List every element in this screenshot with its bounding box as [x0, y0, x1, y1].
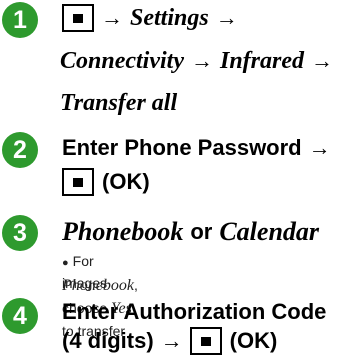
step-4-line-2: (4 digits) → (OK)	[62, 326, 277, 356]
step-1-line-2: Connectivity → Infrared →	[60, 46, 340, 76]
step-number-badge: 3	[2, 215, 38, 251]
step-3-note-line-2: images	[62, 272, 107, 294]
note-prefix: For	[72, 253, 94, 269]
step-1-line-1: → Settings →	[62, 3, 245, 33]
right-arrow-icon: →	[215, 5, 238, 30]
or-text: or	[190, 219, 213, 244]
menu-key-icon	[62, 168, 94, 196]
step-number-badge: 4	[2, 298, 38, 334]
bullet-icon: ●	[62, 257, 69, 269]
connectivity-menu-label: Connectivity	[60, 48, 184, 74]
digits-text: (4 digits)	[62, 328, 154, 353]
calendar-option: Calendar	[219, 217, 320, 246]
right-arrow-icon: →	[101, 5, 123, 30]
step-4-line-1: Enter Authorization Code	[62, 297, 326, 327]
enter-auth-code-text: Enter Authorization Code	[62, 299, 327, 324]
phonebook-option: Phonebook	[62, 217, 184, 246]
step-2-line-2: (OK)	[62, 167, 150, 197]
right-arrow-icon: →	[308, 135, 331, 160]
step-2-line-1: Enter Phone Password →	[62, 133, 338, 163]
right-arrow-icon: →	[190, 48, 213, 73]
step-3-line-1: Phonebook or Calendar	[62, 217, 319, 247]
menu-key-icon	[62, 4, 94, 32]
transfer-all-menu-label: Transfer all	[60, 90, 178, 116]
step-number-badge: 2	[2, 132, 38, 168]
ok-label: (OK)	[229, 328, 278, 353]
right-arrow-icon: →	[160, 328, 183, 353]
step-1-line-3: Transfer all	[60, 88, 178, 118]
infrared-menu-label: Infrared	[219, 48, 304, 74]
note-line-2: images	[62, 275, 108, 291]
step-number-badge: 1	[2, 2, 38, 38]
ok-label: (OK)	[102, 169, 150, 194]
menu-key-icon	[189, 327, 222, 355]
enter-password-text: Enter Phone Password	[62, 135, 302, 160]
settings-menu-label: Settings	[130, 5, 209, 31]
right-arrow-icon: →	[311, 48, 333, 73]
